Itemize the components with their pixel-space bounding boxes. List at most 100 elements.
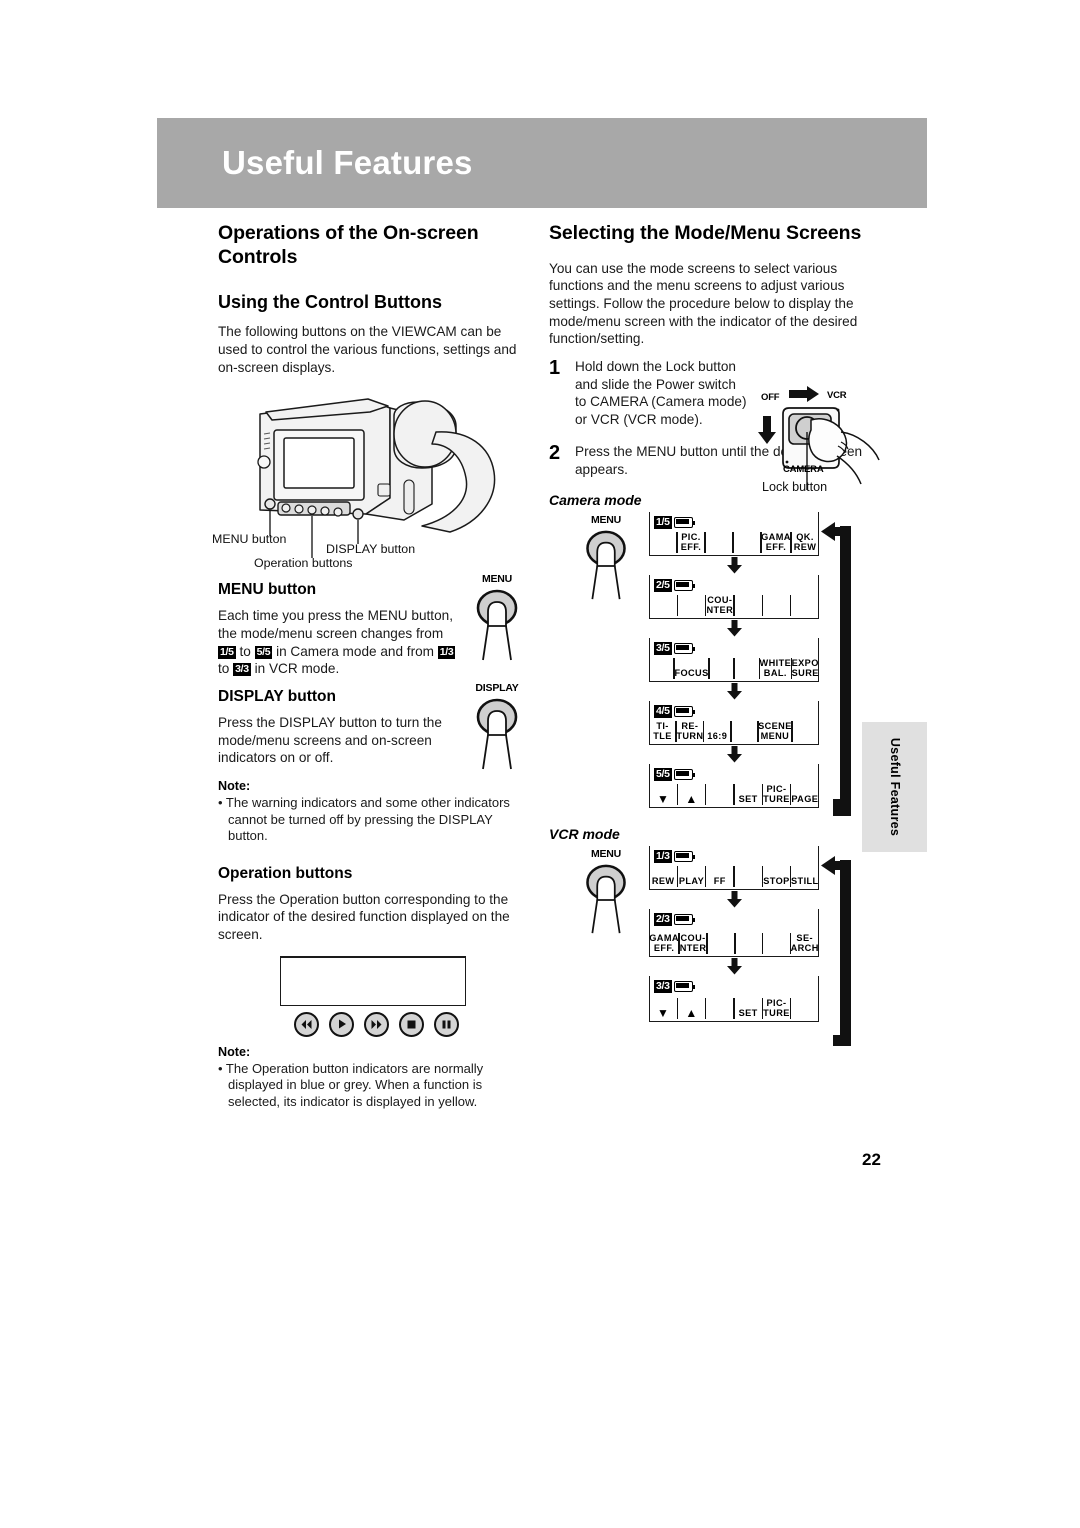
right-intro-paragraph: You can use the mode screens to select v… <box>549 260 858 347</box>
badge-vcr-2: 2/3 <box>654 913 672 927</box>
slot[interactable] <box>649 595 679 617</box>
note-text-display: • The warning indicators and some other … <box>218 794 510 844</box>
camera-screen-3-slots: FOCUS WHITE BAL. EXPO SURE <box>649 658 819 680</box>
slot[interactable]: ▼ <box>649 998 679 1020</box>
slot[interactable]: FF <box>704 866 735 888</box>
manual-page: Useful Features Operations of the On-scr… <box>0 0 1080 1528</box>
heading-operation-buttons: Operation buttons <box>218 864 353 882</box>
menu-button-illustration: MENU <box>466 573 528 669</box>
slot[interactable]: PIC. EFF. <box>676 532 706 554</box>
page-title: Useful Features <box>222 144 473 181</box>
callout-display-button: DISPLAY button <box>326 542 416 557</box>
slot[interactable]: TI- TLE <box>649 721 677 743</box>
slot[interactable] <box>761 933 792 955</box>
vcr-screen-1-badge-row: 1/3 <box>654 850 696 864</box>
slot[interactable]: COU- NTER <box>678 933 708 955</box>
note-head-operation: Note: <box>218 1044 251 1059</box>
section-title-operations: Operations of the On-screen Controls <box>218 222 479 268</box>
stop-icon[interactable] <box>399 1011 424 1037</box>
power-switch-vcr-label: VCR <box>827 390 847 401</box>
slot[interactable] <box>791 721 819 743</box>
slot[interactable]: ▲ <box>676 998 707 1020</box>
camera-screen-2: 2/5 COU- NTER <box>649 575 819 620</box>
slot[interactable] <box>704 998 735 1020</box>
menu-text-2: in Camera mode and from <box>272 643 438 659</box>
badge-camera-4: 4/5 <box>654 705 672 719</box>
slot[interactable] <box>704 532 734 554</box>
slot[interactable] <box>734 933 764 955</box>
camera-screen-2-badge-row: 2/5 <box>654 579 696 593</box>
slot[interactable] <box>733 866 764 888</box>
battery-icon <box>673 769 696 781</box>
slot[interactable] <box>733 658 761 680</box>
slot[interactable]: SET <box>733 784 764 806</box>
display-button-block: DISPLAY button Press the DISPLAY button … <box>218 682 523 769</box>
slot[interactable] <box>730 721 759 743</box>
slot[interactable] <box>649 532 678 554</box>
flow-arrow-down <box>649 957 819 976</box>
heading-menu-button: MENU button <box>218 581 317 599</box>
note-text-operation: • The Operation button indicators are no… <box>218 1060 484 1110</box>
rewind-icon[interactable] <box>294 1011 319 1037</box>
camera-mode-flow: 1/5 PIC. EFF. GAMA EFF. QK. REW 2/5 COU-… <box>649 512 819 809</box>
slot[interactable] <box>708 658 735 680</box>
flow-arrow-down <box>649 556 819 575</box>
fast-forward-icon[interactable] <box>364 1011 389 1037</box>
slot[interactable]: ▲ <box>676 784 707 806</box>
camera-screen-5-slots: ▼ ▲ SET PIC- TURE PAGE <box>649 784 819 806</box>
vcr-mode-flow: 1/3 REW PLAY FF STOP STILL 2/3 GAMA EFF.… <box>649 846 819 1023</box>
vcr-mode-loop-arrow <box>821 856 851 1047</box>
slot[interactable]: SET <box>733 998 764 1020</box>
slot[interactable]: ▼ <box>649 784 679 806</box>
slot[interactable]: SE- ARCH <box>789 933 819 955</box>
slot[interactable]: PIC- TURE <box>761 998 792 1020</box>
slot[interactable]: GAMA EFF. <box>760 532 792 554</box>
slot[interactable]: PLAY <box>676 866 707 888</box>
menu-button-text: Each time you press the MENU button, the… <box>218 607 458 678</box>
slot[interactable]: COU- NTER <box>704 595 735 617</box>
battery-icon <box>673 580 696 592</box>
slot[interactable]: RE- TURN <box>675 721 705 743</box>
badge-vcr-3: 3/3 <box>654 980 672 994</box>
slot[interactable] <box>649 658 675 680</box>
slot[interactable]: EXPO SURE <box>790 658 819 680</box>
display-button-illustration: DISPLAY <box>466 682 528 778</box>
slot[interactable] <box>789 595 819 617</box>
slot[interactable] <box>676 595 707 617</box>
slot[interactable] <box>761 595 792 617</box>
vcr-menu-caption: MENU <box>590 848 622 861</box>
camera-screen-1: 1/5 PIC. EFF. GAMA EFF. QK. REW <box>649 512 819 557</box>
slot[interactable] <box>789 998 819 1020</box>
slot[interactable]: STOP <box>761 866 792 888</box>
page-number: 22 <box>862 1150 881 1169</box>
slot[interactable] <box>733 595 764 617</box>
menu-text-1: Each time you press the MENU button, the… <box>218 608 453 641</box>
vcr-screen-2: 2/3 GAMA EFF. COU- NTER SE- ARCH <box>649 909 819 958</box>
step-1-text: Hold down the Lock button and slide the … <box>575 359 747 428</box>
slot[interactable]: GAMA EFF. <box>649 933 680 955</box>
camera-mode-section: Camera mode MENU 1/5 PIC. EFF. GAMA EFF.… <box>549 492 867 817</box>
slot[interactable] <box>706 933 736 955</box>
slot[interactable]: REW <box>649 866 679 888</box>
battery-icon <box>673 914 696 926</box>
heading-display-button: DISPLAY button <box>218 687 336 705</box>
slot[interactable]: 16:9 <box>702 721 732 743</box>
play-icon[interactable] <box>329 1011 354 1037</box>
pause-icon[interactable] <box>434 1011 459 1037</box>
step-1-number: 1 <box>549 357 561 380</box>
slot[interactable] <box>732 532 762 554</box>
vcr-mode-menu-button-illustration: MENU <box>575 848 637 942</box>
side-tab-label: Useful Features <box>887 737 902 837</box>
slot[interactable]: SCENE MENU <box>757 721 793 743</box>
flow-arrow-down <box>649 890 819 909</box>
slot[interactable] <box>704 784 735 806</box>
slot[interactable]: WHITE BAL. <box>758 658 793 680</box>
slot[interactable]: PAGE <box>789 784 819 806</box>
slot[interactable]: PIC- TURE <box>761 784 792 806</box>
slot[interactable]: QK. REW <box>790 532 818 554</box>
slot[interactable]: FOCUS <box>673 658 710 680</box>
badge-camera-5: 5/5 <box>654 768 672 782</box>
slot[interactable]: STILL <box>789 866 819 888</box>
lock-button-caption: Lock button <box>762 480 828 494</box>
camera-mode-menu-button-illustration: MENU <box>575 514 637 608</box>
